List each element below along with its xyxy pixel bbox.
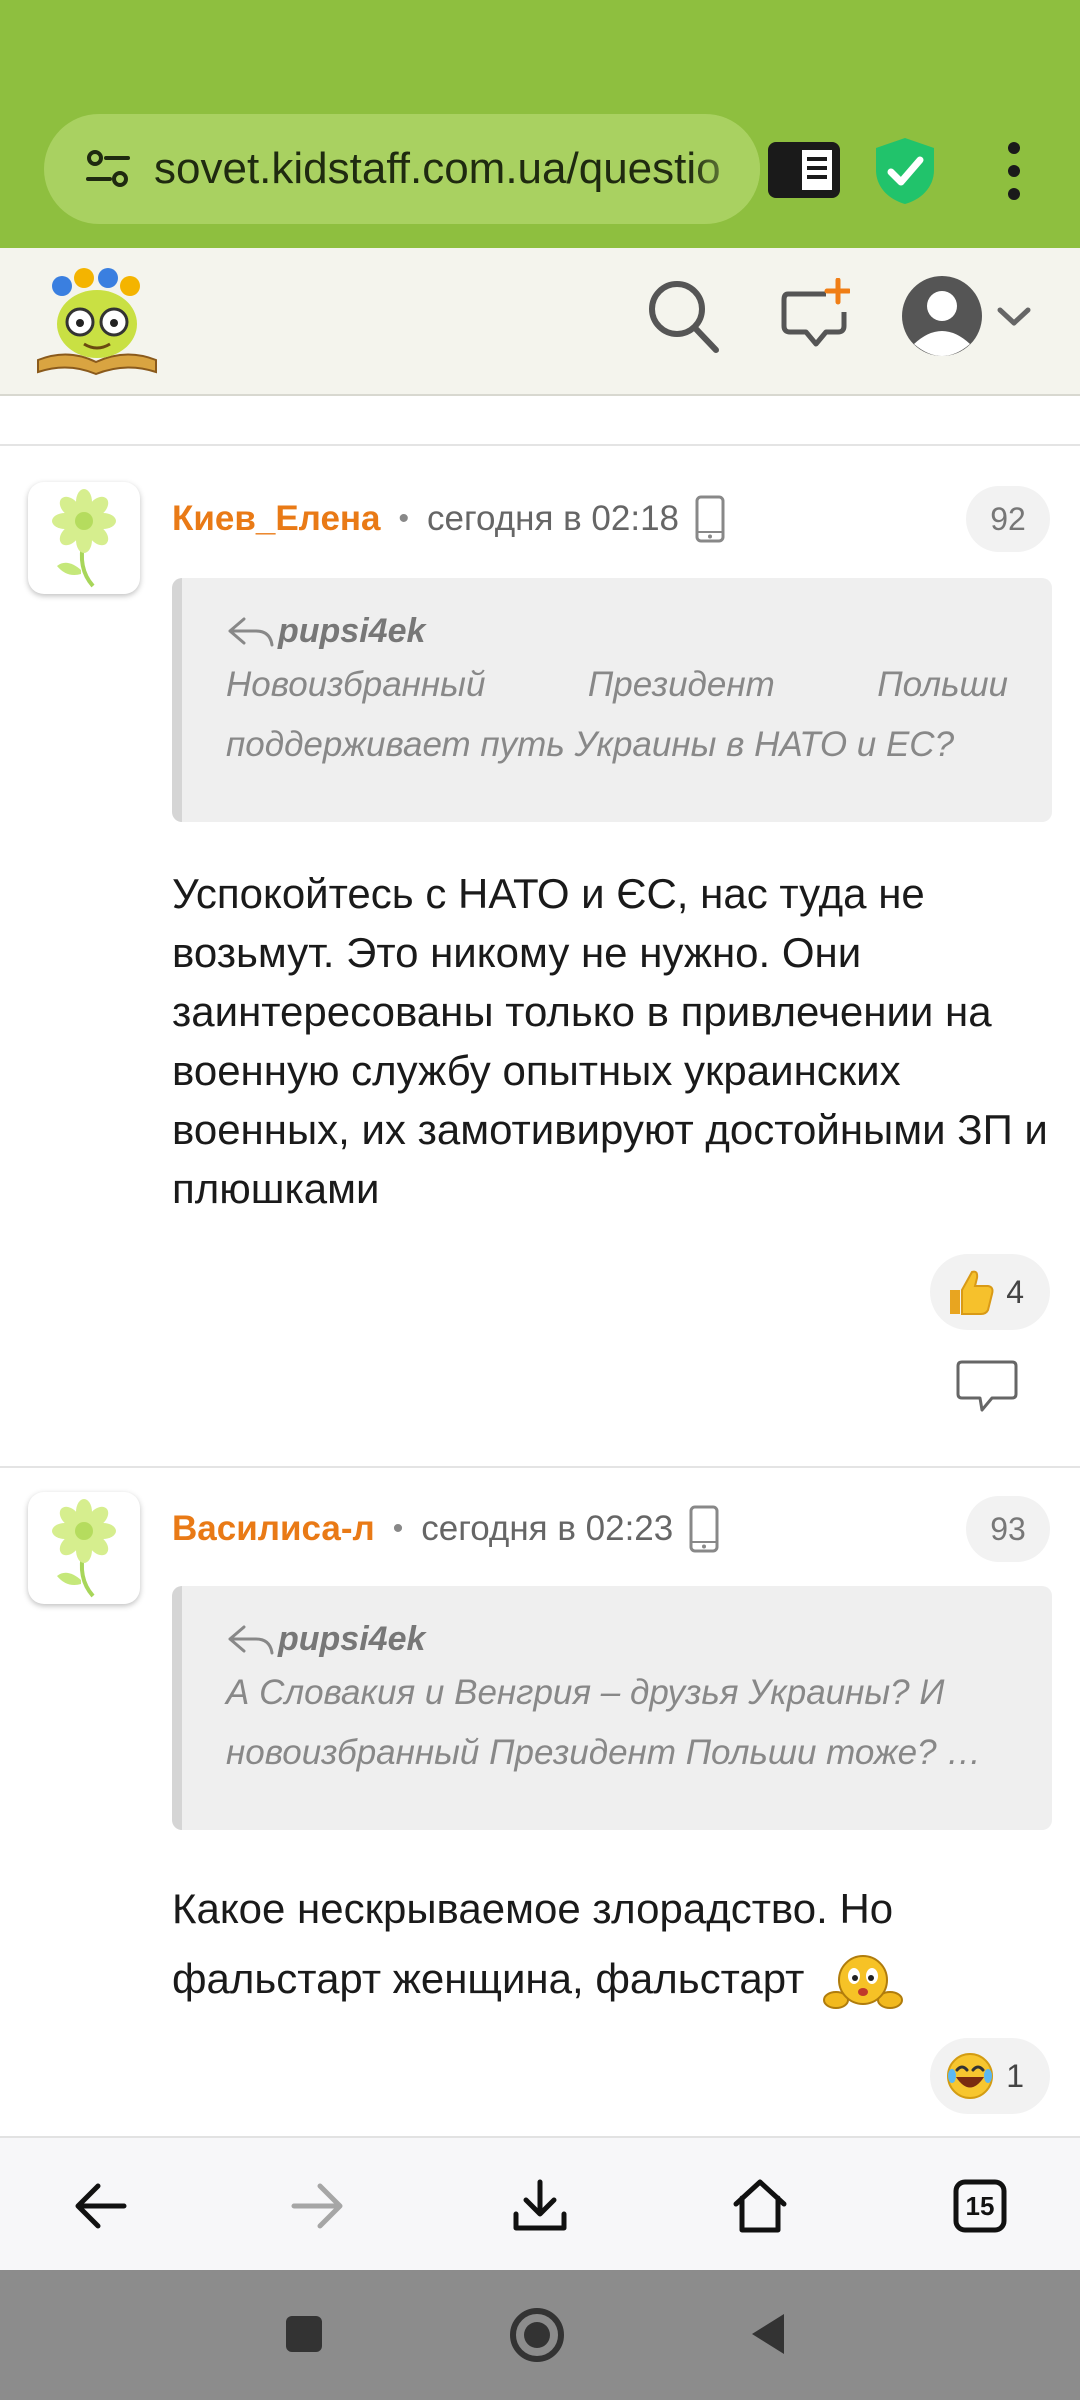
url-text: sovet.kidstaff.com.ua/questio <box>154 144 721 193</box>
quote-header: pupsi4ek <box>226 1620 1008 1659</box>
comment-meta: Василиса-л • сегодня в 02:23 <box>172 1504 719 1554</box>
recents-icon[interactable] <box>284 2314 324 2354</box>
comment-item: Киев_Елена • сегодня в 02:18 92 pupsi4ek… <box>0 446 1080 1466</box>
comment-author[interactable]: Киев_Елена <box>172 499 381 539</box>
comment-time: сегодня в 02:23 <box>421 1509 674 1548</box>
back-button[interactable] <box>64 2170 136 2242</box>
comment-number[interactable]: 92 <box>966 486 1050 552</box>
meta-separator: • <box>398 502 410 535</box>
browser-toolbar: sovet.kidstaff.com.ua/questio <box>0 0 1080 248</box>
back-arrow-icon <box>75 2183 127 2229</box>
more-vert-icon[interactable] <box>998 140 1030 202</box>
reaction-count: 4 <box>1006 1273 1024 1310</box>
chevron-down-icon <box>997 307 1031 326</box>
reply-arrow-icon <box>228 617 274 646</box>
quote-author[interactable]: pupsi4ek <box>278 612 425 651</box>
user-menu-button[interactable] <box>900 274 1036 358</box>
download-icon <box>513 2179 567 2231</box>
comment-text-content: Какое нескрываемое злорадство. Но фальст… <box>172 1885 894 2002</box>
tabs-button[interactable]: 15 <box>944 2170 1016 2242</box>
avatar[interactable] <box>28 482 140 594</box>
tabs-count: 15 <box>965 2190 995 2221</box>
meta-separator: • <box>392 1512 404 1545</box>
quote-text: А Словакия и Венгрия – друзья Украины? И… <box>226 1673 982 1772</box>
comment-author[interactable]: Василиса-л <box>172 1509 375 1549</box>
ask-question-icon[interactable] <box>780 278 850 350</box>
reaction-count: 1 <box>1006 2057 1024 2094</box>
download-button[interactable] <box>504 2170 576 2242</box>
search-icon[interactable] <box>646 278 720 354</box>
home-circle-icon[interactable] <box>508 2306 566 2364</box>
comment-time: сегодня в 02:18 <box>427 499 680 538</box>
home-button[interactable] <box>724 2170 796 2242</box>
site-settings-icon[interactable] <box>86 149 130 189</box>
shield-icon[interactable] <box>872 136 938 206</box>
reply-comment-icon[interactable] <box>956 1358 1018 1414</box>
reaction-badge[interactable]: 4 <box>930 1254 1050 1330</box>
site-logo[interactable] <box>34 264 160 378</box>
avatar[interactable] <box>28 1492 140 1604</box>
site-header <box>0 248 1080 396</box>
back-triangle-icon[interactable] <box>748 2310 788 2358</box>
comment-text: Успокойтесь с НАТО и ЄС, нас туда не воз… <box>172 870 1048 1212</box>
mobile-device-icon <box>695 495 725 543</box>
thumbs-up-icon <box>950 1270 994 1315</box>
blushing-smiley-icon <box>823 1954 904 2009</box>
user-avatar-icon <box>902 276 982 356</box>
address-bar[interactable]: sovet.kidstaff.com.ua/questio <box>44 114 760 224</box>
system-nav-bar <box>0 2270 1080 2400</box>
quote-block: pupsi4ek Новоизбранный Президент Польши … <box>172 578 1052 822</box>
reaction-badge[interactable]: 1 <box>930 2038 1050 2114</box>
comment-text: Какое нескрываемое злорадство. Но фальст… <box>172 1874 1032 2014</box>
forward-arrow-icon <box>291 2183 343 2229</box>
quote-author[interactable]: pupsi4ek <box>278 1620 425 1659</box>
forward-button[interactable] <box>282 2170 354 2242</box>
laughing-emoji-icon <box>947 2053 994 2099</box>
flower-avatar-icon <box>52 489 116 588</box>
quote-block: pupsi4ek А Словакия и Венгрия – друзья У… <box>172 1586 1052 1830</box>
reader-mode-icon[interactable] <box>768 142 840 198</box>
comment-number[interactable]: 93 <box>966 1496 1050 1562</box>
comment-meta: Киев_Елена • сегодня в 02:18 <box>172 494 725 544</box>
reply-arrow-icon <box>228 1625 274 1654</box>
quote-header: pupsi4ek <box>226 612 1008 651</box>
browser-bottom-bar: 15 <box>0 2136 1080 2270</box>
url-fade <box>690 114 760 224</box>
quote-text: Новоизбранный Президент Польши поддержив… <box>226 665 1008 764</box>
comment-item: Василиса-л • сегодня в 02:23 93 pupsi4ek… <box>0 1468 1080 2136</box>
mobile-device-icon <box>689 1505 719 1553</box>
home-icon <box>733 2179 787 2233</box>
flower-avatar-icon <box>52 1499 116 1598</box>
